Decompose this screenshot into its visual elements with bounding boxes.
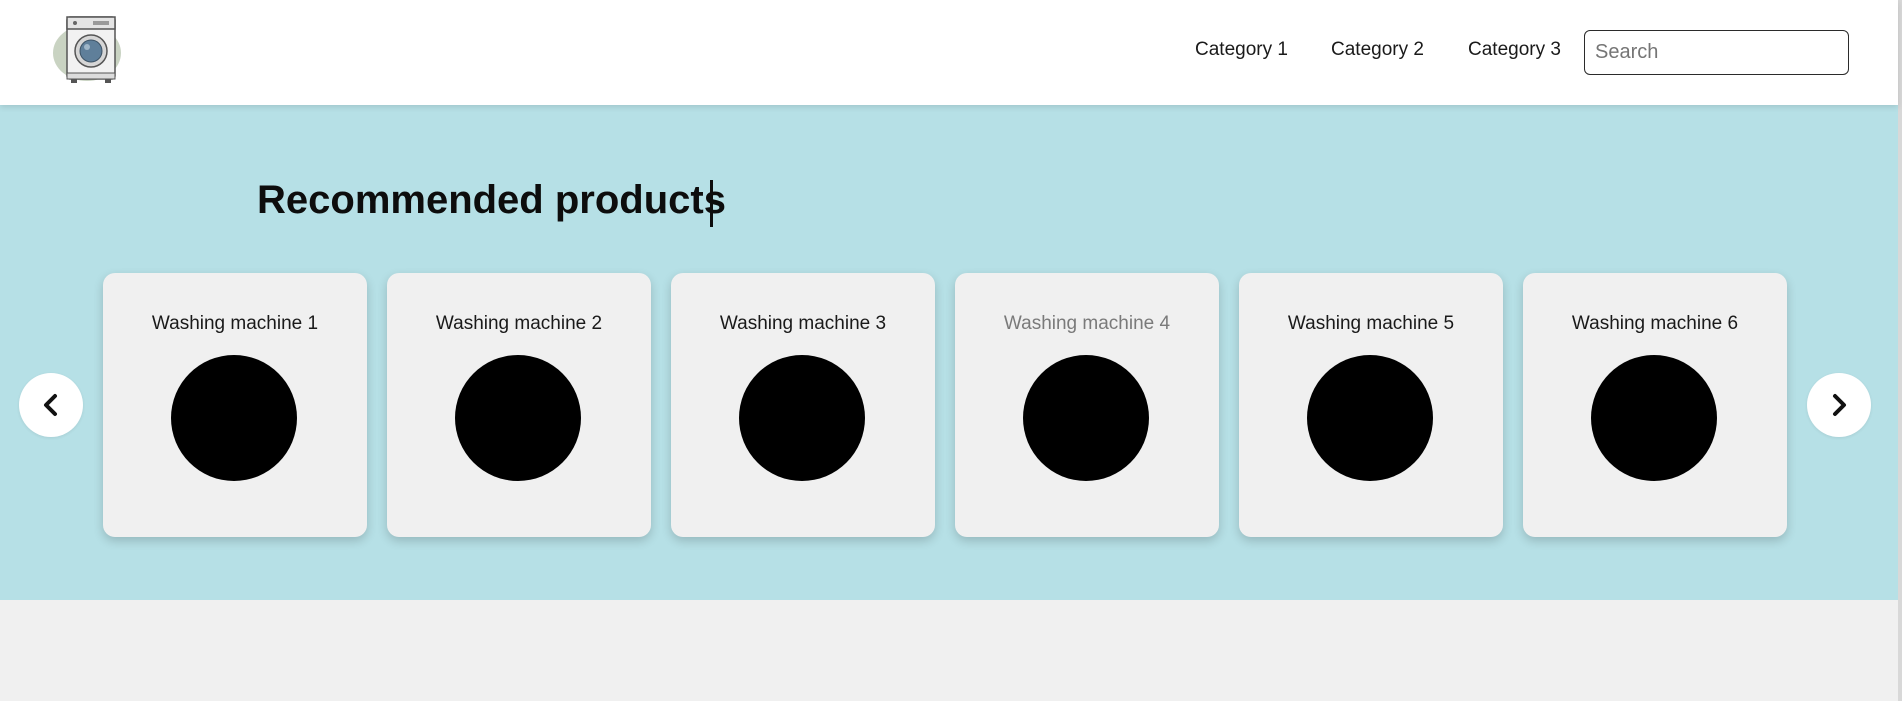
nav-category-1[interactable]: Category 1: [1195, 39, 1288, 61]
product-name: Washing machine 6: [1571, 313, 1739, 334]
product-name: Washing machine 4: [1003, 313, 1171, 334]
carousel-prev-button[interactable]: [19, 373, 83, 437]
nav-category-3[interactable]: Category 3: [1468, 39, 1561, 61]
product-image-placeholder: [739, 355, 865, 481]
site-header: Category 1 Category 2 Category 3: [0, 0, 1898, 105]
text-caret: [710, 180, 713, 227]
product-image-placeholder: [455, 355, 581, 481]
page-scrollbar[interactable]: [1898, 0, 1902, 701]
product-image-placeholder: [1307, 355, 1433, 481]
product-image-placeholder: [1023, 355, 1149, 481]
chevron-left-icon: [44, 394, 57, 416]
product-name: Washing machine 3: [719, 313, 887, 334]
product-card-4[interactable]: Washing machine 4: [955, 273, 1219, 537]
product-card-3[interactable]: Washing machine 3: [671, 273, 935, 537]
section-title: Recommended products: [257, 178, 726, 222]
nav-category-2[interactable]: Category 2: [1331, 39, 1424, 61]
product-image-placeholder: [171, 355, 297, 481]
washing-machine-logo-icon[interactable]: [45, 13, 135, 87]
product-card-6[interactable]: Washing machine 6: [1523, 273, 1787, 537]
search-input[interactable]: [1584, 30, 1849, 75]
chevron-right-icon: [1833, 394, 1846, 416]
product-card-5[interactable]: Washing machine 5: [1239, 273, 1503, 537]
product-name: Washing machine 1: [151, 313, 319, 334]
product-image-placeholder: [1591, 355, 1717, 481]
product-card-1[interactable]: Washing machine 1: [103, 273, 367, 537]
product-card-2[interactable]: Washing machine 2: [387, 273, 651, 537]
product-name: Washing machine 2: [435, 313, 603, 334]
product-name: Washing machine 5: [1287, 313, 1455, 334]
carousel-next-button[interactable]: [1807, 373, 1871, 437]
